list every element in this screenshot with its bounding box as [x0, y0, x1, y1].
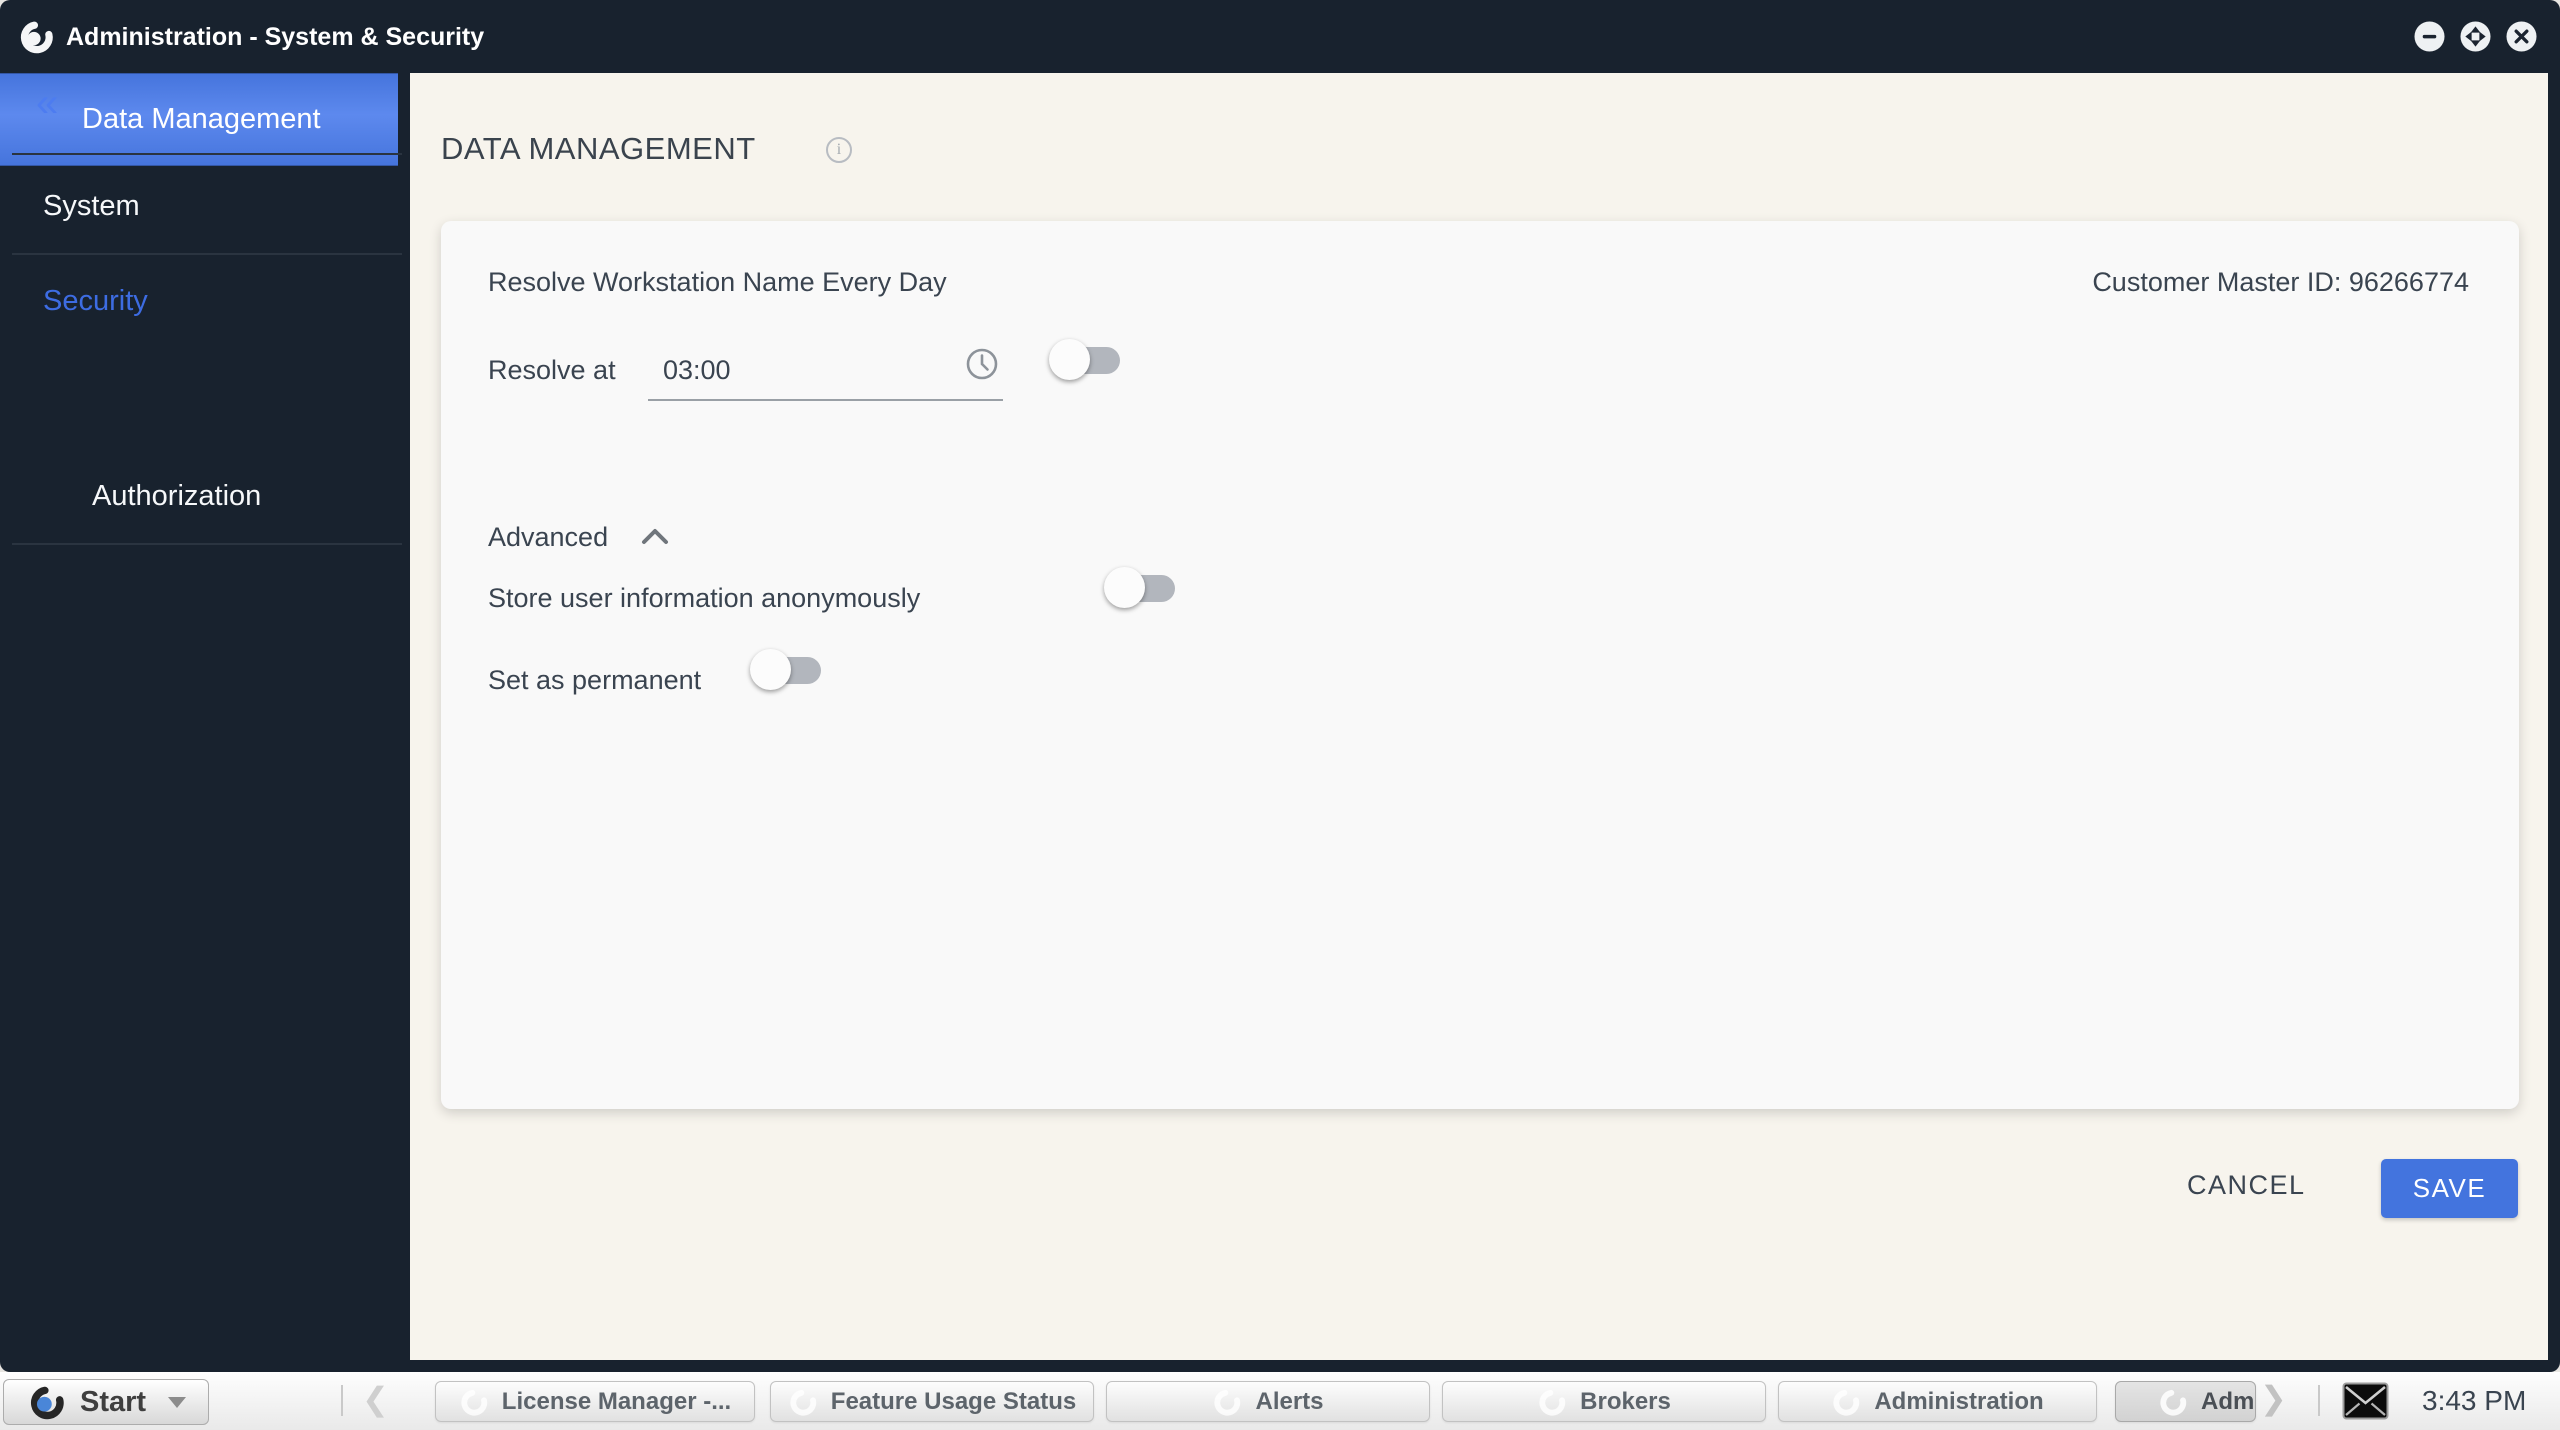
taskbar-item-administration[interactable]: Administration [1778, 1381, 2097, 1422]
taskbar-item-alerts[interactable]: Alerts [1106, 1381, 1430, 1422]
taskbar-item-license-manager[interactable]: License Manager -... [435, 1381, 755, 1422]
page-title: DATA MANAGEMENT [441, 131, 756, 167]
save-button[interactable]: SAVE [2381, 1159, 2518, 1218]
window-controls [2414, 21, 2537, 52]
resolve-at-label: Resolve at [488, 355, 616, 386]
taskbar-item-label: Alerts [1255, 1388, 1323, 1416]
taskbar-scroll-right-icon[interactable]: ❯ [2260, 1379, 2287, 1417]
content-area: DATA MANAGEMENT i Resolve Workstation Na… [410, 73, 2548, 1360]
toggle-thumb [750, 649, 791, 690]
close-button[interactable] [2506, 21, 2537, 52]
app-logo-icon [788, 1387, 818, 1417]
app-logo-icon [1212, 1387, 1242, 1417]
chevron-up-icon[interactable] [641, 527, 669, 545]
mail-icon[interactable] [2342, 1382, 2389, 1420]
taskbar: Start ❮ License Manager -... Feature Usa… [0, 1372, 2560, 1430]
taskbar-item-administration-active[interactable]: Adm [2115, 1381, 2256, 1422]
settings-card: Resolve Workstation Name Every Day Custo… [441, 221, 2519, 1109]
clock-icon[interactable] [965, 347, 999, 381]
taskbar-item-label: Administration [1874, 1388, 2043, 1416]
maximize-button[interactable] [2460, 21, 2491, 52]
taskbar-scroll-left-icon[interactable]: ❮ [362, 1380, 389, 1418]
taskbar-item-feature-usage-status[interactable]: Feature Usage Status [770, 1381, 1094, 1422]
resolve-time-input[interactable]: 03:00 [648, 345, 1003, 401]
store-anonymously-toggle[interactable] [1104, 567, 1176, 609]
titlebar: Administration - System & Security [0, 0, 2560, 73]
customer-master-id: Customer Master ID: 96266774 [2092, 267, 2469, 298]
app-logo-icon [2158, 1387, 2188, 1417]
app-logo-icon [1831, 1387, 1861, 1417]
app-logo-icon [18, 18, 55, 55]
app-logo-icon [28, 1383, 66, 1421]
divider [2318, 1385, 2320, 1416]
set-permanent-label: Set as permanent [488, 665, 701, 696]
taskbar-item-label: Feature Usage Status [831, 1388, 1076, 1416]
info-icon[interactable]: i [826, 137, 852, 163]
screen: Administration - System & Security [0, 0, 2560, 1430]
advanced-label: Advanced [488, 522, 608, 553]
sidebar-item-label: Data Management [82, 73, 321, 166]
caret-down-icon [168, 1397, 186, 1408]
sidebar: « System Security Data Management Author… [0, 73, 410, 1372]
taskbar-item-label: Adm [2201, 1388, 2254, 1416]
sidebar-item-system[interactable]: System [43, 190, 140, 223]
divider [12, 253, 402, 255]
start-button[interactable]: Start [3, 1379, 209, 1425]
sidebar-item-security[interactable]: Security [43, 285, 148, 318]
resolve-section-title: Resolve Workstation Name Every Day [488, 267, 947, 298]
resolve-time-value: 03:00 [663, 355, 731, 386]
taskbar-item-label: License Manager -... [502, 1388, 731, 1416]
toggle-thumb [1049, 339, 1090, 380]
resolve-toggle[interactable] [1049, 339, 1121, 381]
minimize-button[interactable] [2414, 21, 2445, 52]
app-logo-icon [1537, 1387, 1567, 1417]
taskbar-clock: 3:43 PM [2422, 1385, 2526, 1417]
taskbar-item-brokers[interactable]: Brokers [1442, 1381, 1766, 1422]
set-permanent-toggle[interactable] [750, 649, 822, 691]
window-title: Administration - System & Security [66, 23, 484, 52]
app-logo-icon [459, 1387, 489, 1417]
app-window: Administration - System & Security [0, 0, 2560, 1372]
sidebar-collapse-button[interactable]: « [36, 81, 58, 126]
cancel-button[interactable]: CANCEL [2187, 1170, 2306, 1201]
store-anonymously-label: Store user information anonymously [488, 583, 920, 614]
sidebar-item-authorization[interactable]: Authorization [92, 480, 261, 513]
toggle-thumb [1104, 567, 1145, 608]
divider [341, 1385, 343, 1416]
start-label: Start [80, 1386, 146, 1419]
taskbar-item-label: Brokers [1580, 1388, 1671, 1416]
divider [12, 543, 402, 545]
